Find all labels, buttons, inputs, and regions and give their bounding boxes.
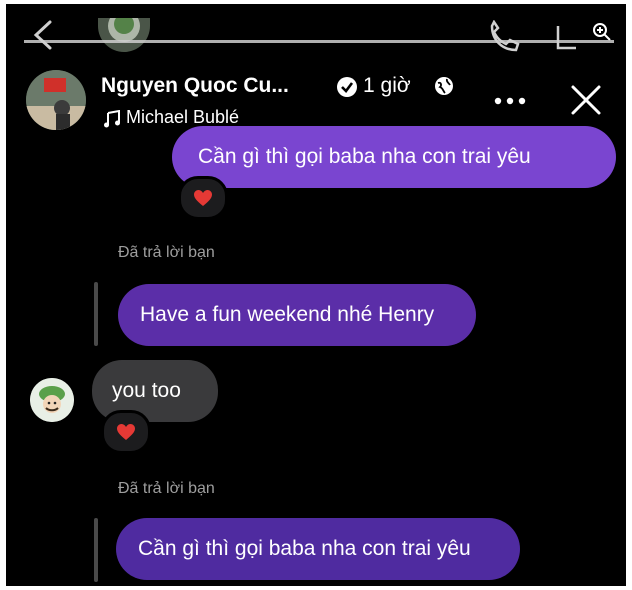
profile-avatar[interactable]	[26, 70, 86, 130]
song-title[interactable]: Michael Bublé	[126, 107, 239, 128]
more-icon[interactable]	[493, 96, 527, 106]
mini-avatar[interactable]	[98, 18, 150, 52]
video-icon[interactable]	[554, 22, 586, 52]
heart-icon	[117, 424, 135, 440]
sent-message[interactable]: Cần gì thì gọi baba nha con trai yêu	[172, 126, 616, 188]
globe-icon	[435, 77, 453, 95]
sender-avatar[interactable]	[30, 378, 74, 422]
reaction-badge[interactable]	[178, 176, 228, 220]
profile-name[interactable]: Nguyen Quoc Cu...	[101, 74, 289, 98]
heart-icon	[194, 190, 212, 206]
reply-indicator	[94, 518, 98, 582]
back-arrow-icon[interactable]	[28, 18, 58, 52]
zoom-icon[interactable]	[592, 22, 612, 42]
close-icon[interactable]	[568, 82, 604, 118]
top-call-bar	[6, 4, 626, 62]
verified-icon	[337, 77, 357, 97]
divider-line	[24, 40, 614, 43]
reply-label: Đã trả lời bạn	[118, 480, 215, 497]
sent-message[interactable]: Cần gì thì gọi baba nha con trai yêu	[116, 518, 520, 580]
reaction-badge[interactable]	[101, 410, 151, 454]
music-note-icon	[104, 110, 120, 128]
sent-message[interactable]: Have a fun weekend nhé Henry	[118, 284, 476, 346]
reply-indicator	[94, 282, 98, 346]
chat-screen: Nguyen Quoc Cu... 1 giờ Michael Bublé Cầ…	[6, 4, 626, 586]
reply-label: Đã trả lời bạn	[118, 244, 215, 261]
phone-icon[interactable]	[484, 20, 524, 54]
post-time: 1 giờ	[363, 74, 411, 97]
